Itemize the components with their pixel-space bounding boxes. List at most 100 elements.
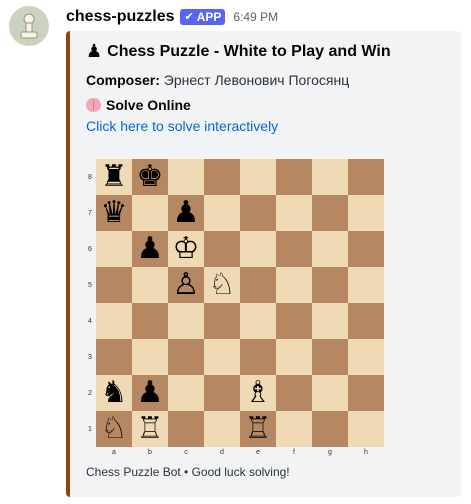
square-a5 — [96, 267, 132, 303]
embed-title-text: Chess Puzzle - White to Play and Win — [107, 42, 391, 60]
solve-interactively-link[interactable]: Click here to solve interactively — [86, 118, 278, 134]
pawn-icon: ♟ — [86, 41, 103, 62]
square-d7 — [204, 195, 240, 231]
square-h4 — [348, 303, 384, 339]
square-a6 — [96, 231, 132, 267]
rank-label: 1 — [88, 426, 92, 433]
square-c8 — [168, 159, 204, 195]
chess-piece: ♚ — [136, 159, 164, 194]
username[interactable]: chess-puzzles — [66, 8, 174, 26]
bot-avatar[interactable] — [9, 6, 49, 46]
square-c5: ♙ — [168, 267, 204, 303]
rank-label: 8 — [88, 174, 92, 181]
square-e2: ♗ — [240, 375, 276, 411]
chess-piece: ♘ — [208, 267, 236, 302]
chess-piece: ♜ — [100, 159, 128, 194]
app-badge: ✔ APP — [180, 9, 226, 25]
square-f6 — [276, 231, 312, 267]
chess-piece: ♞ — [100, 375, 128, 410]
square-g5 — [312, 267, 348, 303]
brain-icon — [86, 98, 101, 112]
chess-piece: ♖ — [136, 411, 164, 446]
file-label: b — [148, 449, 152, 456]
chess-piece: ♟ — [172, 195, 200, 230]
solve-online-label: Solve Online — [106, 97, 191, 113]
chess-piece: ♛ — [100, 195, 128, 230]
square-d3 — [204, 339, 240, 375]
square-c2 — [168, 375, 204, 411]
square-c1 — [168, 411, 204, 447]
square-h3 — [348, 339, 384, 375]
square-f2 — [276, 375, 312, 411]
square-a8: ♜ — [96, 159, 132, 195]
square-f4 — [276, 303, 312, 339]
square-e7 — [240, 195, 276, 231]
square-c4 — [168, 303, 204, 339]
square-d6 — [204, 231, 240, 267]
chess-piece: ♟ — [136, 375, 164, 410]
square-h1 — [348, 411, 384, 447]
square-b6: ♟ — [132, 231, 168, 267]
file-label: h — [364, 449, 368, 456]
square-e5 — [240, 267, 276, 303]
square-b5 — [132, 267, 168, 303]
square-g7 — [312, 195, 348, 231]
puzzle-embed: ♟ Chess Puzzle - White to Play and Win C… — [66, 31, 461, 497]
square-d4 — [204, 303, 240, 339]
composer-label: Composer: — [86, 72, 160, 88]
square-f7 — [276, 195, 312, 231]
chess-piece: ♔ — [172, 231, 200, 266]
composer-line: Composer: Эрнест Левонович Погосянц — [86, 72, 349, 88]
square-g8 — [312, 159, 348, 195]
square-e8 — [240, 159, 276, 195]
square-c7: ♟ — [168, 195, 204, 231]
app-badge-label: APP — [196, 10, 222, 24]
square-g4 — [312, 303, 348, 339]
square-g2 — [312, 375, 348, 411]
file-label: f — [293, 449, 295, 456]
square-h7 — [348, 195, 384, 231]
square-e4 — [240, 303, 276, 339]
square-c6: ♔ — [168, 231, 204, 267]
square-a3 — [96, 339, 132, 375]
chess-board: ♜ ♚ ♛ ♟ ♟ ♔ ♙ ♘ ♞ ♟ ♗ ♘ ♖ ♖ — [96, 159, 384, 447]
chess-board-image[interactable]: ♜ ♚ ♛ ♟ ♟ ♔ ♙ ♘ ♞ ♟ ♗ ♘ ♖ ♖ 87654321 abcdefgh — [86, 159, 386, 459]
rank-label: 7 — [88, 210, 92, 217]
square-f5 — [276, 267, 312, 303]
embed-title: ♟ Chess Puzzle - White to Play and Win — [86, 41, 391, 62]
chess-piece: ♖ — [244, 411, 272, 446]
square-b3 — [132, 339, 168, 375]
square-a2: ♞ — [96, 375, 132, 411]
file-label: d — [220, 449, 224, 456]
chess-piece: ♙ — [172, 267, 200, 302]
square-h5 — [348, 267, 384, 303]
chess-piece: ♘ — [100, 411, 128, 446]
square-b2: ♟ — [132, 375, 168, 411]
file-label: e — [256, 449, 260, 456]
square-g1 — [312, 411, 348, 447]
square-f1 — [276, 411, 312, 447]
rank-label: 2 — [88, 390, 92, 397]
square-a1: ♘ — [96, 411, 132, 447]
square-b8: ♚ — [132, 159, 168, 195]
square-b1: ♖ — [132, 411, 168, 447]
composer-name: Эрнест Левонович Погосянц — [163, 72, 350, 88]
square-h8 — [348, 159, 384, 195]
file-label: g — [328, 449, 332, 456]
square-a7: ♛ — [96, 195, 132, 231]
square-d5: ♘ — [204, 267, 240, 303]
square-e3 — [240, 339, 276, 375]
message-header: chess-puzzles ✔ APP 6:49 PM — [66, 6, 278, 28]
square-g3 — [312, 339, 348, 375]
verified-check-icon: ✔ — [184, 11, 194, 23]
rank-label: 4 — [88, 318, 92, 325]
square-h6 — [348, 231, 384, 267]
solve-online-heading: Solve Online — [86, 97, 191, 113]
rank-label: 6 — [88, 246, 92, 253]
timestamp[interactable]: 6:49 PM — [233, 10, 278, 24]
square-c3 — [168, 339, 204, 375]
file-label: c — [184, 449, 188, 456]
square-e1: ♖ — [240, 411, 276, 447]
square-d8 — [204, 159, 240, 195]
square-f8 — [276, 159, 312, 195]
